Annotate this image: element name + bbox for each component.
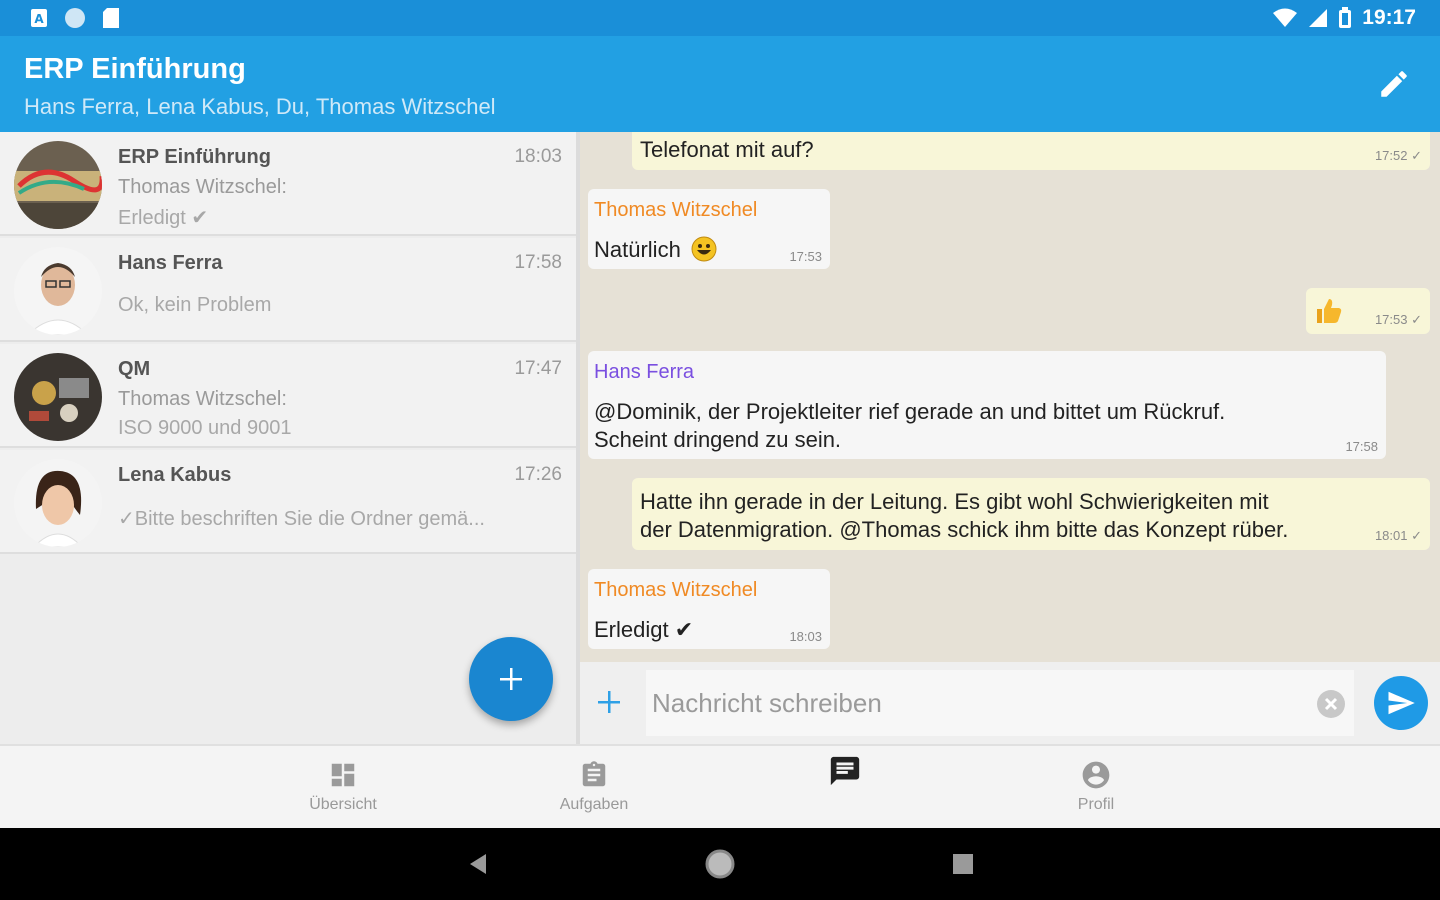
chat-name: ERP Einführung [118, 146, 271, 168]
nav-chats[interactable] [775, 746, 915, 830]
message-content: Natürlich [594, 236, 717, 264]
message-outgoing[interactable]: Telefonat mit auf? 17:52 ✓ [632, 132, 1430, 170]
message-time: 18:03 [789, 629, 822, 644]
plus-icon [500, 668, 522, 690]
chat-name: Lena Kabus [118, 464, 232, 486]
message-text: Telefonat mit auf? [640, 137, 814, 162]
send-icon [1388, 691, 1415, 715]
message-composer [580, 662, 1440, 744]
account-circle-icon [1079, 758, 1113, 792]
status-indicators: 19:17 [1272, 6, 1416, 30]
pencil-icon [1381, 71, 1407, 97]
message-input[interactable] [646, 670, 1354, 736]
message-sender: Thomas Witzschel [594, 579, 758, 601]
back-icon[interactable] [466, 852, 490, 876]
chat-icon [828, 754, 862, 788]
dashboard-icon [326, 758, 360, 792]
thumbs-up-icon [1317, 299, 1342, 323]
notification-icons: A [30, 7, 120, 29]
bottom-navigation: Übersicht Aufgaben Profil [0, 744, 1440, 828]
chat-participants: Hans Ferra, Lena Kabus, Du, Thomas Witzs… [24, 94, 496, 119]
chat-name: QM [118, 358, 151, 380]
nav-label: Profil [1077, 796, 1115, 813]
chat-time: 17:47 [514, 358, 562, 379]
message-text-line2: Scheint dringend zu sein. [594, 427, 842, 452]
message-text-line1: Hatte ihn gerade in der Leitung. Es gibt… [640, 489, 1269, 514]
chat-preview: Ok, kein Problem [118, 294, 272, 316]
sync-icon [65, 8, 85, 28]
nav-label: Aufgaben [559, 796, 629, 813]
app-bar: ERP Einführung Hans Ferra, Lena Kabus, D… [0, 36, 1440, 132]
chat-name: Hans Ferra [118, 252, 223, 274]
home-icon[interactable] [704, 848, 736, 880]
clipboard-icon [577, 758, 611, 792]
notification-a-icon: A [31, 9, 47, 27]
message-incoming[interactable]: Hans Ferra @Dominik, der Projektleiter r… [588, 351, 1386, 459]
signal-icon [1309, 9, 1328, 27]
nav-overview[interactable]: Übersicht [273, 746, 413, 830]
message-text: Natürlich [594, 237, 681, 262]
nav-profile[interactable]: Profil [1026, 746, 1166, 830]
chat-preview: ISO 9000 und 9001 [118, 417, 292, 439]
chat-time: 18:03 [514, 146, 562, 167]
attach-button[interactable] [594, 680, 624, 724]
chat-item-qm[interactable]: QM 17:47 Thomas Witzschel: ISO 9000 und … [0, 344, 576, 448]
chat-item-hans-ferra[interactable]: Hans Ferra 17:58 Ok, kein Problem [0, 238, 576, 342]
clock: 19:17 [1362, 6, 1416, 29]
message-text-line2: der Datenmigration. @Thomas schick ihm b… [640, 517, 1289, 542]
battery-icon [1339, 7, 1352, 28]
message-time: 17:52 ✓ [1374, 148, 1422, 163]
plus-icon [598, 691, 620, 713]
avatar [14, 353, 102, 441]
chat-preview: ✓Bitte beschriften Sie die Ordner gemä..… [118, 508, 485, 530]
recents-icon[interactable] [952, 853, 974, 875]
message-time: 17:53 [789, 249, 822, 264]
wifi-icon [1273, 8, 1298, 27]
chat-last-sender: Thomas Witzschel: [118, 388, 287, 410]
message-sender: Thomas Witzschel [594, 199, 758, 221]
chat-item-lena-kabus[interactable]: Lena Kabus 17:26 ✓Bitte beschriften Sie … [0, 450, 576, 554]
message-text: Erledigt ✔ [594, 617, 694, 642]
edit-button[interactable] [1374, 64, 1414, 104]
avatar [14, 459, 102, 547]
message-area: Telefonat mit auf? 17:52 ✓ Thomas Witzsc… [580, 132, 1440, 662]
smiley-icon [691, 236, 717, 262]
new-chat-button[interactable] [469, 637, 553, 721]
chat-preview: Erledigt ✔ [118, 207, 209, 229]
message-text-line1: @Dominik, der Projektleiter rief gerade … [594, 399, 1226, 424]
chat-list: ERP Einführung 18:03 Thomas Witzschel: E… [0, 132, 576, 744]
avatar [14, 141, 102, 229]
nav-tasks[interactable]: Aufgaben [524, 746, 664, 830]
system-navigation [0, 828, 1440, 900]
status-bar: A 19:17 [0, 0, 1440, 36]
message-time: 18:01 ✓ [1374, 528, 1422, 543]
chat-time: 17:26 [514, 464, 562, 485]
message-time: 17:58 [1345, 439, 1378, 454]
message-sender: Hans Ferra [594, 361, 695, 383]
message-outgoing[interactable]: 17:53 ✓ [1306, 288, 1430, 334]
svg-text:A: A [34, 12, 44, 26]
chat-title: ERP Einführung [24, 53, 246, 85]
chat-item-erp[interactable]: ERP Einführung 18:03 Thomas Witzschel: E… [0, 132, 576, 236]
message-incoming[interactable]: Thomas Witzschel Erledigt ✔ 18:03 [588, 569, 830, 649]
send-button[interactable] [1374, 676, 1428, 730]
message-incoming[interactable]: Thomas Witzschel Natürlich 17:53 [588, 189, 830, 269]
sd-card-icon [103, 8, 119, 28]
chat-time: 17:58 [514, 252, 562, 273]
message-time: 17:53 ✓ [1374, 312, 1422, 327]
nav-label: Übersicht [309, 796, 377, 813]
message-outgoing[interactable]: Hatte ihn gerade in der Leitung. Es gibt… [632, 478, 1430, 550]
avatar [14, 247, 102, 335]
clear-icon [1317, 690, 1345, 718]
clear-button[interactable] [1316, 689, 1346, 719]
chat-last-sender: Thomas Witzschel: [118, 176, 287, 198]
